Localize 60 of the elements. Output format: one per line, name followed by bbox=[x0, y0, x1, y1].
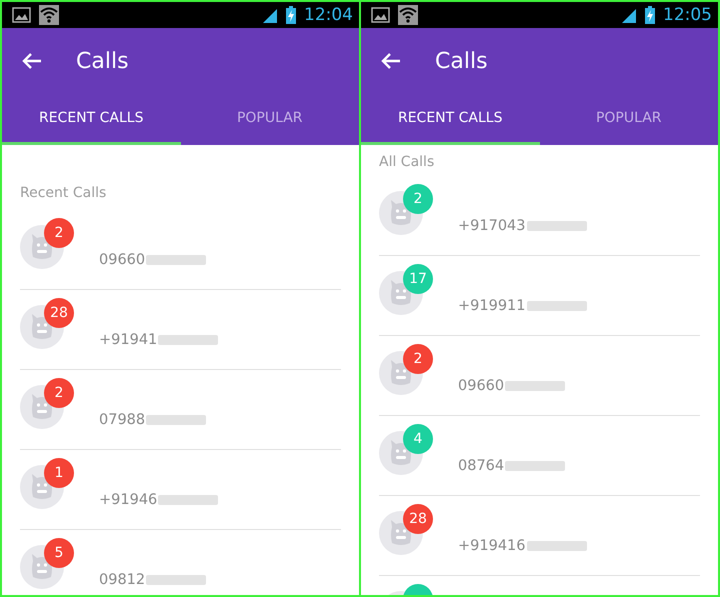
call-count-badge: 17 bbox=[403, 264, 433, 294]
blurred-digits bbox=[526, 539, 588, 553]
phone-number: +919416 bbox=[458, 538, 526, 554]
tab[interactable]: POPULAR bbox=[540, 94, 718, 145]
back-button[interactable] bbox=[381, 52, 401, 70]
blurred-digits bbox=[526, 219, 588, 233]
back-arrow-icon bbox=[381, 52, 401, 70]
phone-number: 08764 bbox=[458, 458, 504, 474]
call-row[interactable]: 2 09660 bbox=[20, 210, 341, 290]
screen-title: Calls bbox=[435, 48, 488, 74]
phone-number: +919911 bbox=[458, 298, 526, 314]
status-time: 12:04 bbox=[304, 5, 353, 25]
call-row[interactable]: 28 +919416 bbox=[379, 496, 700, 576]
blurred-digits bbox=[157, 333, 220, 347]
phone-number: +91946 bbox=[99, 492, 158, 508]
call-row[interactable]: 2 +917043 bbox=[379, 176, 700, 256]
phone-number: 09660 bbox=[458, 378, 504, 394]
section-header: All Calls bbox=[379, 154, 434, 170]
status-time: 12:05 bbox=[663, 5, 712, 25]
tab[interactable]: RECENT CALLS bbox=[361, 94, 540, 145]
phone-number: 07988 bbox=[99, 412, 146, 428]
wifi-icon bbox=[39, 5, 59, 25]
call-count-badge: 2 bbox=[403, 184, 433, 214]
tab[interactable]: POPULAR bbox=[180, 94, 359, 145]
tab[interactable]: RECENT CALLS bbox=[2, 94, 180, 145]
call-row[interactable]: 2 07988 bbox=[20, 370, 341, 450]
phone-number: +917043 bbox=[458, 218, 526, 234]
call-count-badge: 5 bbox=[44, 538, 74, 568]
blurred-digits bbox=[157, 493, 220, 507]
phone-number: 09812 bbox=[99, 572, 146, 588]
call-count-badge: 1 bbox=[44, 458, 74, 488]
blurred-digits bbox=[504, 459, 566, 473]
section-header: Recent Calls bbox=[20, 185, 106, 201]
back-button[interactable] bbox=[22, 52, 42, 70]
call-row[interactable]: 5 09812 bbox=[20, 530, 341, 595]
call-row[interactable]: 1 +91946 bbox=[20, 450, 341, 530]
call-count-badge: 28 bbox=[403, 504, 433, 534]
blurred-digits bbox=[145, 253, 208, 267]
call-count-badge: 2 bbox=[403, 344, 433, 374]
call-count-badge: 2 bbox=[44, 218, 74, 248]
battery-icon bbox=[645, 6, 655, 24]
phone-number: +91941 bbox=[99, 332, 158, 348]
blurred-digits bbox=[145, 413, 208, 427]
back-arrow-icon bbox=[22, 52, 42, 70]
picture-icon bbox=[371, 7, 390, 23]
blurred-digits bbox=[504, 379, 566, 393]
screen-title: Calls bbox=[76, 48, 129, 74]
blurred-digits bbox=[145, 573, 208, 587]
call-row[interactable]: 4 08764 bbox=[379, 416, 700, 496]
call-row[interactable]: 2 09660 bbox=[379, 336, 700, 416]
call-count-badge: 28 bbox=[44, 298, 74, 328]
call-count-badge: 2 bbox=[44, 378, 74, 408]
blurred-digits bbox=[526, 299, 588, 313]
call-row[interactable]: 28 +91941 bbox=[20, 290, 341, 370]
call-count-badge: 4 bbox=[403, 424, 433, 454]
picture-icon bbox=[12, 7, 31, 23]
phone-number: 09660 bbox=[99, 252, 146, 268]
call-row[interactable]: 17 +919911 bbox=[379, 256, 700, 336]
battery-icon bbox=[286, 6, 296, 24]
wifi-icon bbox=[398, 5, 418, 25]
